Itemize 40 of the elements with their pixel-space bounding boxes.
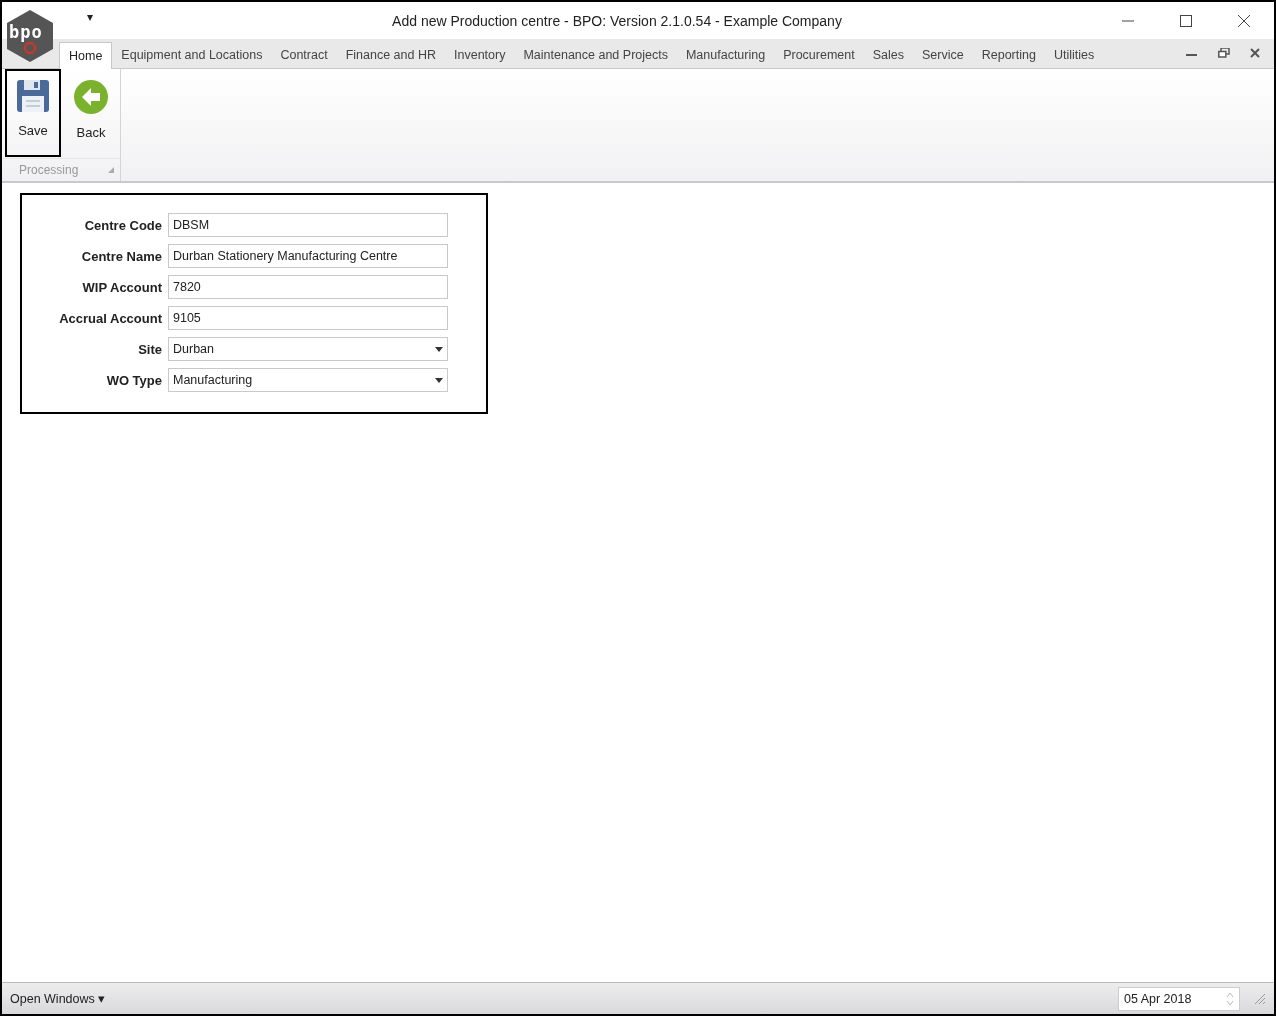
quick-access-dropdown[interactable]: ▾	[87, 10, 93, 24]
ribbon-tab[interactable]: Maintenance and Projects	[514, 42, 677, 68]
ribbon-tab[interactable]: Inventory	[445, 42, 515, 68]
restore-icon[interactable]	[1218, 48, 1230, 58]
window-title: Add new Production centre - BPO: Version 2.1.0.54 - Example Company	[391, 12, 843, 29]
group-label: Processing	[19, 163, 79, 177]
close-icon[interactable]	[1250, 48, 1260, 58]
field-label: Centre Name	[80, 248, 162, 264]
logo-text: bpo	[9, 22, 43, 42]
dropdown-field[interactable]: Durban	[168, 337, 448, 361]
field-label: Accrual Account	[58, 310, 162, 326]
ribbon-tab[interactable]: Sales	[863, 42, 913, 68]
resize-grip-icon[interactable]	[1254, 992, 1266, 1005]
ribbon-tab[interactable]: Procurement	[774, 42, 864, 68]
dropdown-arrow-icon	[435, 377, 443, 383]
spinner-icon	[1226, 990, 1234, 1007]
input-field[interactable]: 7820	[168, 275, 448, 299]
ribbon-tab[interactable]: Manufacturing	[676, 42, 775, 68]
dropdown-field[interactable]: Manufacturing	[168, 368, 448, 392]
open-windows-menu[interactable]: Open Windows ▾	[10, 991, 1118, 1006]
ribbon-tab[interactable]: Home	[59, 42, 113, 69]
field-label: WO Type	[105, 372, 162, 388]
date-field[interactable]: 05 Apr 2018	[1118, 986, 1240, 1011]
ribbon-button[interactable]: Back	[63, 69, 119, 157]
ribbon-tab[interactable]: Finance and HR	[336, 42, 445, 68]
field-label: WIP Account	[81, 279, 162, 295]
ribbon-tab[interactable]: Equipment and Locations	[112, 42, 272, 68]
input-field[interactable]: DBSM	[168, 213, 448, 237]
ribbon-tab[interactable]: Service	[913, 42, 973, 68]
field-label: Centre Code	[83, 217, 162, 233]
dropdown-arrow-icon	[435, 346, 443, 352]
ribbon-tab[interactable]: Utilities	[1044, 42, 1104, 68]
close-icon[interactable]	[1238, 14, 1250, 27]
input-field[interactable]: 9105	[168, 306, 448, 330]
field-label: Site	[137, 341, 162, 357]
ribbon-button[interactable]: Save	[5, 69, 61, 157]
input-field[interactable]: Durban Stationery Manufacturing Centre	[168, 244, 448, 268]
ribbon-tab[interactable]: Contract	[271, 42, 337, 68]
maximize-icon[interactable]	[1180, 14, 1192, 27]
ribbon-tab[interactable]: Reporting	[972, 42, 1045, 68]
